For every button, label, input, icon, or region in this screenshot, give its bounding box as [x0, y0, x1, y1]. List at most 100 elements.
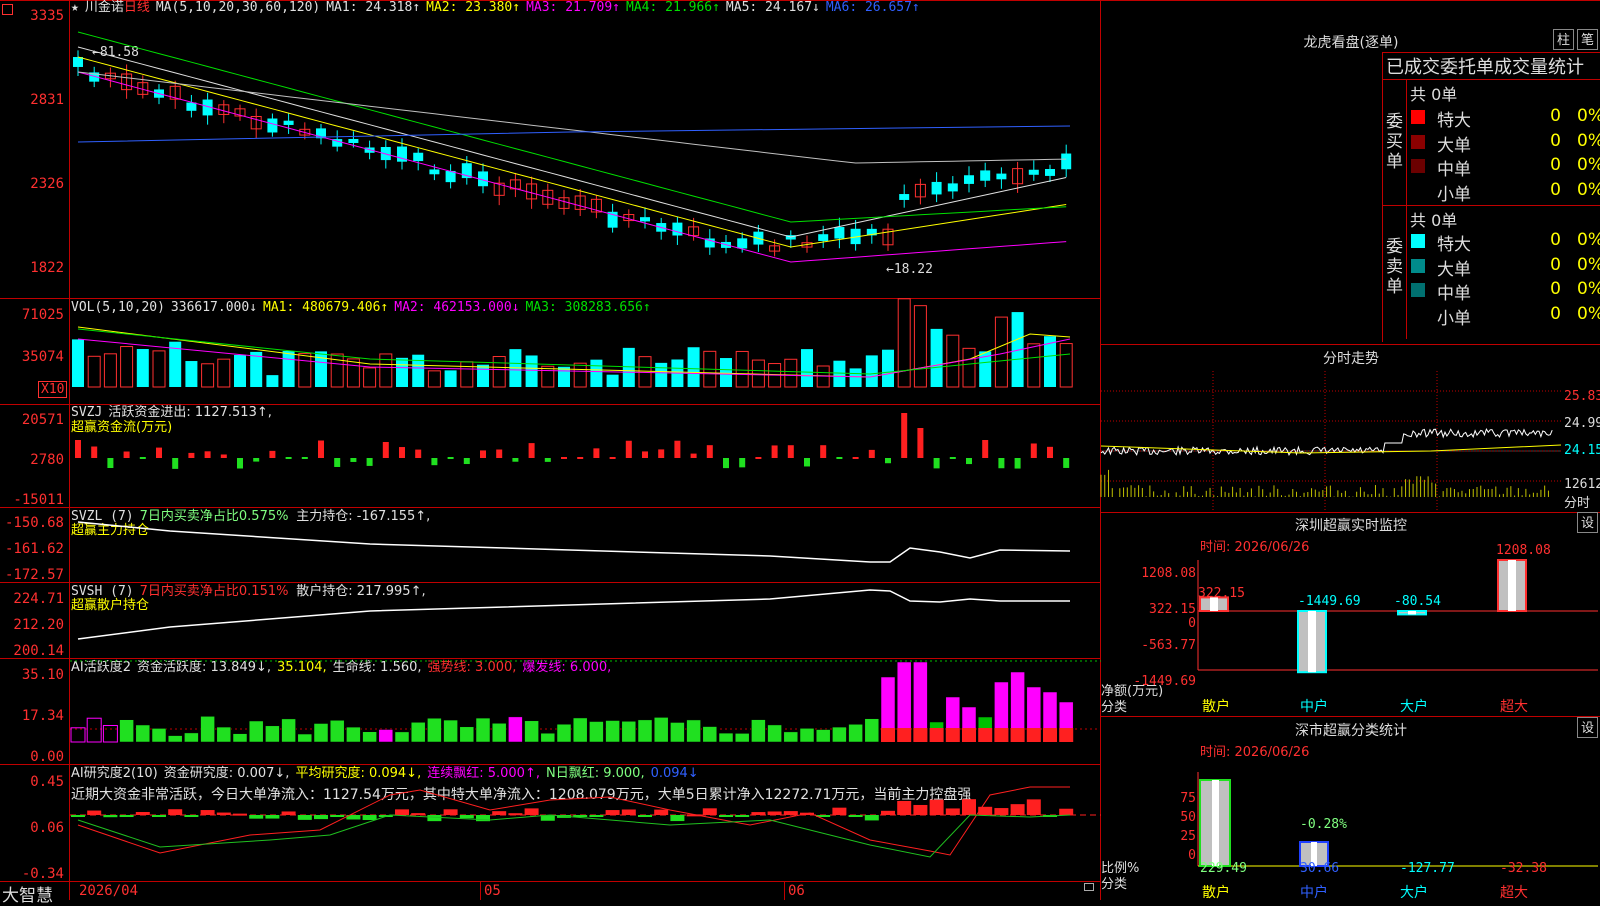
- intraday-top-line: [1101, 344, 1600, 345]
- sz-class-top-line: [1101, 716, 1600, 717]
- ai1-chart[interactable]: [70, 659, 1101, 764]
- activity-bar: [670, 722, 685, 743]
- research-bar: [978, 806, 993, 815]
- flow-bar: [139, 457, 146, 459]
- activity-bar: [265, 725, 280, 743]
- candlestick-chart[interactable]: [70, 2, 1101, 298]
- research-bar: [443, 809, 458, 815]
- szc-category: 超大: [1500, 885, 1528, 901]
- flow-bar: [237, 458, 243, 469]
- volume-bar: [525, 355, 538, 387]
- buy-total: 共 0单: [1410, 85, 1458, 104]
- volume-bar: [720, 358, 732, 387]
- order-row-1: 大单 0 0%: [1409, 130, 1600, 156]
- research-bar: [945, 808, 960, 815]
- research-bar: [751, 812, 766, 815]
- szc-xlabel: 分类: [1101, 877, 1128, 892]
- candle-body: [818, 234, 829, 241]
- szc-top-label: -0.28%: [1300, 817, 1347, 832]
- ai2-chart[interactable]: [70, 765, 1101, 881]
- candle-body: [899, 194, 910, 200]
- volume-bar: [687, 347, 700, 387]
- research-bar: [1010, 804, 1025, 815]
- volume-bar: [250, 351, 263, 387]
- research-bar: [913, 804, 928, 815]
- order-type: 大单: [1437, 135, 1471, 156]
- brand-label: 大智慧: [2, 886, 53, 906]
- research-bar: [168, 809, 183, 815]
- dragon-subtitle: 已成交委托单成交量统计: [1386, 57, 1584, 78]
- activity-base: [978, 728, 993, 742]
- flow-bar: [982, 440, 989, 458]
- svzl-axis-label: -172.57: [4, 567, 64, 583]
- sz-class-settings-button[interactable]: 设: [1577, 717, 1598, 738]
- activity-bar: [394, 731, 410, 743]
- research-bar: [297, 815, 312, 820]
- order-pct: 0%: [1577, 106, 1600, 126]
- activity-bar: [200, 716, 215, 743]
- svzl-chart[interactable]: [70, 508, 1101, 582]
- ai1-axis-label: 17.34: [21, 708, 64, 724]
- sell-side-label: 委卖单: [1386, 237, 1403, 297]
- bar-mode-button[interactable]: 柱: [1553, 29, 1574, 50]
- activity-base: [1059, 728, 1074, 742]
- flow-bar: [755, 457, 762, 459]
- activity-bar: [86, 717, 102, 743]
- flow-bar: [1014, 458, 1021, 469]
- research-bar: [783, 811, 798, 815]
- volume-bar: [298, 353, 312, 388]
- volume-bar: [801, 349, 813, 387]
- order-count: 0: [1550, 106, 1561, 126]
- retail-position-line: [77, 589, 1070, 640]
- sz-monitor-chart[interactable]: 322.15 -1449.69 -80.54 1208.08: [1197, 543, 1598, 710]
- tick-mode-button[interactable]: 笔: [1577, 29, 1598, 50]
- szm-category: 散户: [1202, 699, 1230, 715]
- candle-body: [640, 217, 650, 222]
- svsh-chart[interactable]: [70, 583, 1101, 658]
- sz-monitor-top-line: [1101, 512, 1600, 513]
- sz-monitor-settings-button[interactable]: 设: [1577, 512, 1598, 533]
- candle-body: [267, 118, 278, 133]
- activity-base: [1026, 728, 1041, 742]
- candle-body: [996, 173, 1007, 180]
- szm-category: 中户: [1300, 699, 1328, 715]
- volume-bar: [590, 359, 603, 387]
- sep-ai2-bottom: [0, 881, 1100, 882]
- flow-bar: [771, 445, 778, 458]
- flow-bar: [269, 450, 276, 458]
- szc-value: 229.49: [1200, 861, 1247, 876]
- lock-icon[interactable]: [1084, 883, 1094, 891]
- volume-chart[interactable]: [70, 298, 1101, 403]
- activity-bar: [734, 733, 750, 743]
- intraday-chart[interactable]: [1100, 371, 1562, 511]
- volume-bar: [897, 298, 911, 388]
- volume-bar: [492, 356, 506, 388]
- szm-axis-label: 1208.08: [1141, 566, 1196, 581]
- activity-bar: [329, 720, 345, 743]
- research-bar: [848, 815, 863, 817]
- svzj-chart[interactable]: [70, 405, 1101, 507]
- activity-bar: [767, 724, 782, 743]
- activity-base: [929, 728, 944, 742]
- research-bar: [508, 813, 523, 816]
- volume-bar: [346, 358, 360, 388]
- research-bar: [492, 811, 507, 815]
- flow-bar: [512, 458, 519, 462]
- date-tick: [784, 881, 785, 900]
- intraday-axis-label: 12612: [1564, 477, 1600, 492]
- szm-axis-label: 322.15: [1149, 602, 1196, 617]
- order-row-2: 中单 0 0%: [1409, 278, 1600, 304]
- flow-bar: [577, 457, 584, 459]
- flow-bar: [561, 457, 567, 459]
- order-pct: 0%: [1577, 230, 1600, 250]
- activity-bar: [508, 716, 523, 743]
- activity-base: [1043, 728, 1057, 742]
- order-count: 0: [1550, 303, 1561, 324]
- flow-bar: [415, 449, 422, 458]
- candle-body: [348, 138, 359, 144]
- order-type: 中单: [1437, 160, 1471, 180]
- ratio-bar-highlight: [1212, 780, 1219, 866]
- research-bar: [929, 799, 944, 815]
- flow-bar: [301, 457, 308, 459]
- flow-bar: [901, 413, 908, 458]
